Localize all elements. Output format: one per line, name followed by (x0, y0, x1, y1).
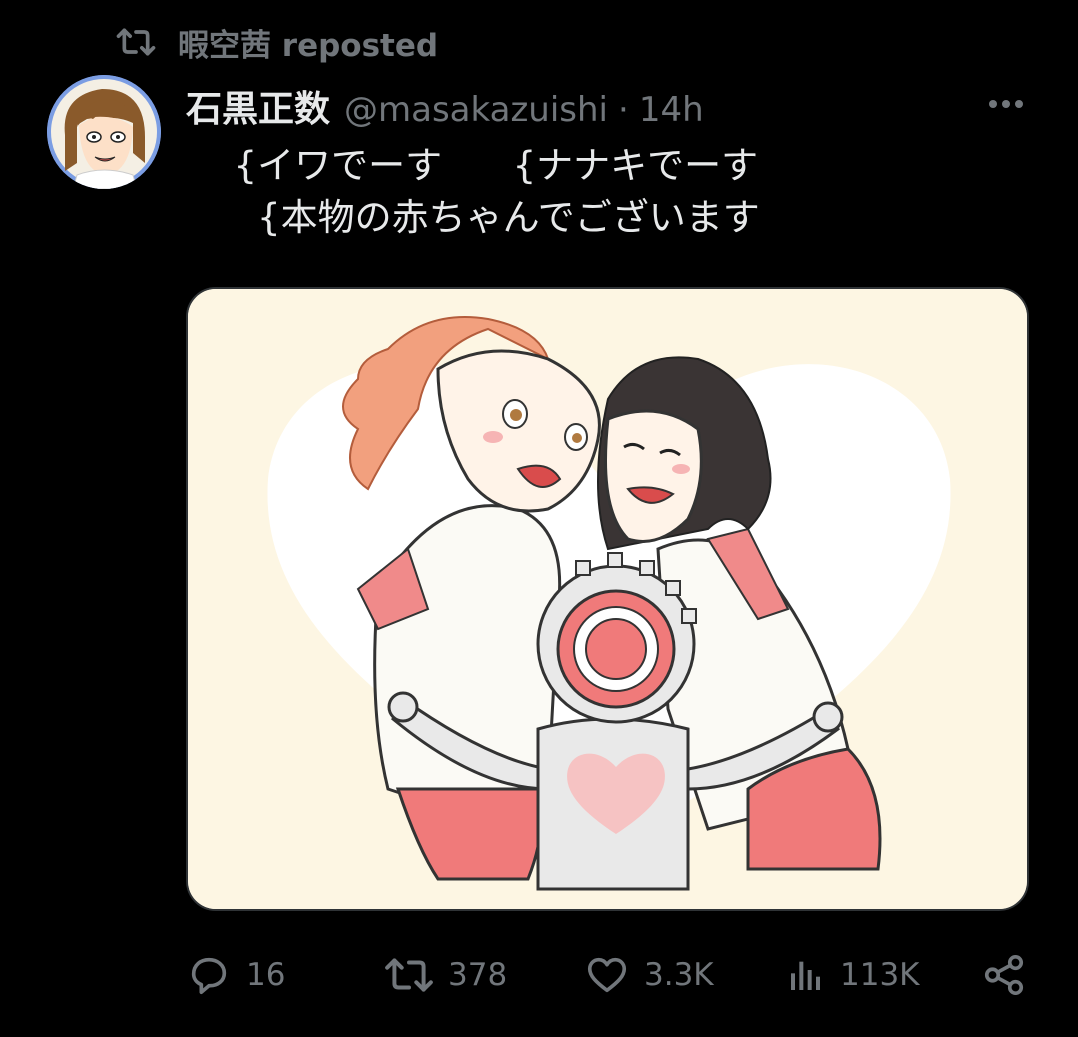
views-chart-icon (786, 955, 826, 995)
share-button[interactable] (981, 945, 1027, 1005)
timestamp[interactable]: 14h (639, 90, 704, 130)
heart-icon (584, 952, 630, 998)
repost-count: 378 (448, 957, 508, 993)
repost-button[interactable]: 378 (384, 945, 507, 1005)
reply-button[interactable]: 16 (186, 945, 285, 1005)
reply-icon (186, 952, 232, 998)
like-count: 3.3K (644, 957, 714, 993)
repost-header[interactable]: 暇空茜 reposted (116, 22, 439, 64)
reply-count: 16 (246, 957, 286, 993)
views-button[interactable]: 113K (786, 945, 920, 1005)
author-row: 石黒正数 @masakazuishi · 14h (186, 80, 704, 130)
tweet-actions-bar: 16 378 3.3K 113K (186, 945, 1031, 1005)
separator-dot: · (618, 90, 629, 130)
tweet-media-image[interactable] (186, 287, 1029, 911)
repost-label: 暇空茜 reposted (178, 27, 439, 64)
tweet-text-line-1: {イワでーす {ナナキでーす (210, 144, 759, 187)
display-name[interactable]: 石黒正数 (186, 80, 330, 132)
tweet-text-line-2: {本物の赤ちゃんでございます (210, 196, 760, 239)
repost-icon (384, 954, 434, 996)
avatar[interactable] (47, 75, 161, 189)
share-icon (981, 952, 1027, 998)
user-handle[interactable]: @masakazuishi (344, 90, 608, 130)
manga-illustration (188, 289, 1027, 909)
like-button[interactable]: 3.3K (584, 945, 714, 1005)
views-count: 113K (840, 957, 920, 993)
tweet-page: 暇空茜 reposted 石黒正数 @masakazuishi · 14h {イ… (0, 0, 1078, 1037)
repost-icon (116, 25, 156, 59)
more-icon[interactable] (982, 88, 1030, 120)
tweet-text: {イワでーす {ナナキでーす {本物の赤ちゃんでございます (210, 140, 1010, 244)
